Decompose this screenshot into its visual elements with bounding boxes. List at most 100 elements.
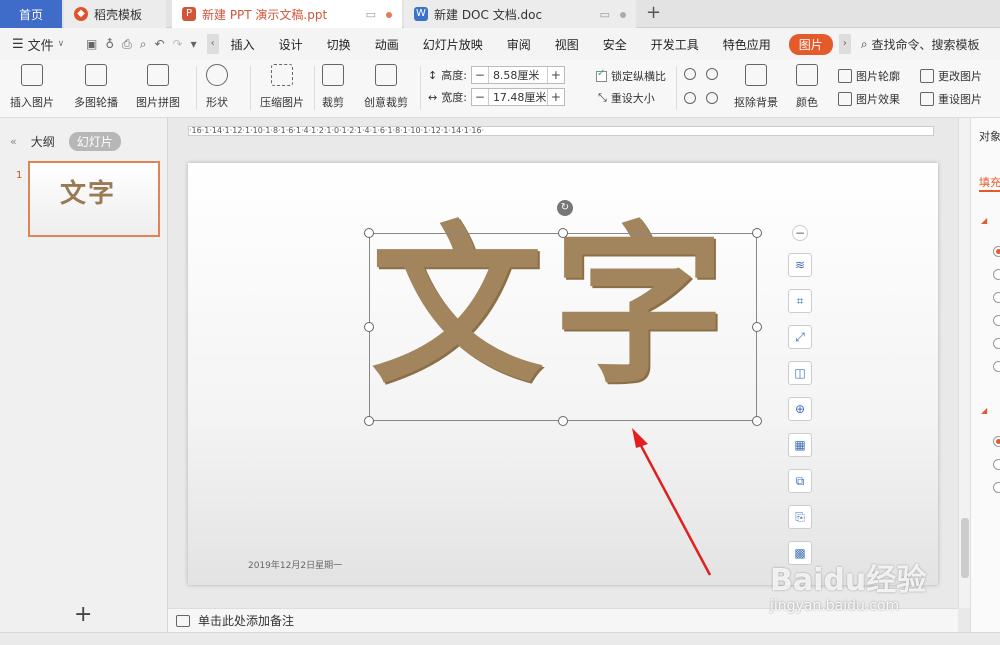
slides-tab[interactable]: 幻灯片 (68, 132, 121, 151)
contrast-down-icon[interactable] (706, 92, 718, 104)
resize-handle[interactable] (752, 322, 762, 332)
line-option-radio[interactable] (993, 436, 1000, 447)
resize-handle[interactable] (364, 228, 374, 238)
fill-option-radio[interactable] (993, 246, 1000, 257)
tab-home[interactable]: 首页 (0, 0, 62, 28)
chevron-down-icon: ∨ (57, 39, 65, 49)
tab-doc[interactable]: W 新建 DOC 文档.doc ▭ (404, 0, 636, 28)
menu-insert[interactable]: 插入 (219, 36, 267, 53)
picture-effect-button[interactable]: 图片效果 (838, 91, 900, 107)
docer-icon: ◆ (74, 7, 88, 21)
brightness-down-icon[interactable] (684, 92, 696, 104)
change-picture-button[interactable]: 更改图片 (920, 68, 982, 84)
picture-frame-icon[interactable]: ▦ (788, 433, 812, 457)
file-menu-label: 文件 (27, 38, 54, 54)
tab-home-label: 首页 (18, 7, 43, 22)
line-option-radio[interactable] (993, 482, 1000, 493)
new-tab-icon[interactable]: + (646, 2, 661, 23)
print-preview-icon[interactable]: ⌕ (140, 37, 147, 52)
resize-handle[interactable] (364, 322, 374, 332)
print-icon[interactable]: ⎙ (122, 37, 132, 52)
height-value[interactable]: 8.58厘米 (487, 67, 548, 83)
menu-developer[interactable]: 开发工具 (639, 36, 711, 53)
tab-template[interactable]: ◆ 稻壳模板 (64, 0, 166, 28)
reset-picture-button[interactable]: 重设图片 (920, 91, 982, 107)
slide-canvas[interactable]: 文字 ↻ − ≋ ⌗ ⤢ ◫ ⊕ ▦ ⧉ ⎘ ▩ 2019年12月2日星期一 (188, 163, 938, 585)
picture-collage-button[interactable]: 图片拼图 (136, 64, 180, 110)
crop-icon[interactable]: ⌗ (788, 289, 812, 313)
lock-ratio-checkbox[interactable]: 锁定纵横比 (596, 68, 666, 84)
line-option-radio[interactable] (993, 459, 1000, 470)
add-slide-icon[interactable]: + (74, 602, 92, 627)
width-stepper[interactable]: − 17.48厘米 + (470, 88, 565, 106)
fill-option-radio[interactable] (993, 269, 1000, 280)
split-icon[interactable]: ◫ (788, 361, 812, 385)
file-menu[interactable]: ☰ 文件 ∨ (0, 35, 78, 54)
menu-features[interactable]: 特色应用 (711, 36, 783, 53)
monitor-icon[interactable]: ▭ (366, 8, 376, 21)
collapse-panel-icon[interactable]: « (10, 135, 17, 148)
rotate-handle-icon[interactable]: ↻ (557, 200, 573, 216)
scroll-left-icon[interactable]: ‹ (206, 34, 219, 54)
creative-crop-button[interactable]: 创意裁剪 (364, 64, 408, 110)
outline-tab[interactable]: 大纲 (31, 133, 55, 150)
collapse-toolbar-icon[interactable]: − (792, 225, 808, 241)
vertical-scrollbar[interactable] (958, 118, 970, 608)
menu-animation[interactable]: 动画 (363, 36, 411, 53)
picture-icon (21, 64, 43, 86)
reset-size-button[interactable]: ⤡ 重设大小 (598, 90, 655, 106)
minus-icon[interactable]: − (472, 90, 488, 104)
resize-handle[interactable] (364, 416, 374, 426)
format-painter-icon[interactable]: ♁ (105, 37, 114, 52)
plus-icon[interactable]: + (548, 68, 564, 82)
width-value[interactable]: 17.48厘米 (487, 89, 548, 105)
scroll-right-icon[interactable]: › (838, 34, 851, 54)
multi-outline-button[interactable]: 多图轮播 (74, 64, 118, 110)
crop-button[interactable]: 裁剪 (322, 64, 344, 110)
menu-view[interactable]: 视图 (543, 36, 591, 53)
contrast-up-icon[interactable] (706, 68, 718, 80)
ppt-icon: P (182, 7, 196, 21)
compress-picture-button[interactable]: 压缩图片 (260, 64, 304, 110)
monitor-icon[interactable]: ▭ (600, 8, 610, 21)
expand-section-icon[interactable]: ◢ (981, 216, 987, 225)
resize-handle[interactable] (558, 416, 568, 426)
fill-option-radio[interactable] (993, 315, 1000, 326)
slide-thumbnail[interactable]: 文字 (28, 161, 160, 237)
fill-tab[interactable]: 填充 (979, 174, 1000, 192)
scrollbar-thumb[interactable] (961, 518, 969, 578)
fill-option-radio[interactable] (993, 292, 1000, 303)
save-icon[interactable]: ▣ (86, 37, 97, 52)
redo-icon[interactable]: ↷ (173, 37, 183, 52)
color-button[interactable]: 颜色 (796, 64, 818, 110)
fill-option-radio[interactable] (993, 338, 1000, 349)
menu-security[interactable]: 安全 (591, 36, 639, 53)
menu-transition[interactable]: 切换 (315, 36, 363, 53)
copy-picture-icon[interactable]: ⎘ (788, 505, 812, 529)
minus-icon[interactable]: − (472, 68, 488, 82)
menu-review[interactable]: 审阅 (495, 36, 543, 53)
menu-design[interactable]: 设计 (267, 36, 315, 53)
more-icon[interactable]: ▾ (191, 37, 197, 52)
height-stepper[interactable]: − 8.58厘米 + (470, 66, 565, 84)
picture-outline-button[interactable]: 图片轮廓 (838, 68, 900, 84)
remove-background-button[interactable]: 抠除背景 (734, 64, 778, 110)
resize-handle[interactable] (752, 416, 762, 426)
replace-picture-icon[interactable]: ⧉ (788, 469, 812, 493)
expand-section-icon[interactable]: ◢ (981, 406, 987, 415)
command-search[interactable]: ⌕ 查找命令、搜索模板 (861, 36, 980, 53)
resize-handle[interactable] (752, 228, 762, 238)
layers-icon[interactable]: ≋ (788, 253, 812, 277)
tab-ppt[interactable]: P 新建 PPT 演示文稿.ppt ▭ (172, 0, 402, 28)
fill-option-radio[interactable] (993, 361, 1000, 372)
insert-picture-button[interactable]: 插入图片 (10, 64, 54, 110)
shape-button[interactable]: 形状 (206, 64, 228, 110)
plus-icon[interactable]: + (548, 90, 564, 104)
undo-icon[interactable]: ↶ (154, 37, 164, 52)
menu-slideshow[interactable]: 幻灯片放映 (411, 36, 495, 53)
resize-handle[interactable] (558, 228, 568, 238)
zoom-in-icon[interactable]: ⊕ (788, 397, 812, 421)
menu-picture[interactable]: 图片 (788, 33, 833, 55)
brightness-up-icon[interactable] (684, 68, 696, 80)
resize-icon[interactable]: ⤢ (788, 325, 812, 349)
